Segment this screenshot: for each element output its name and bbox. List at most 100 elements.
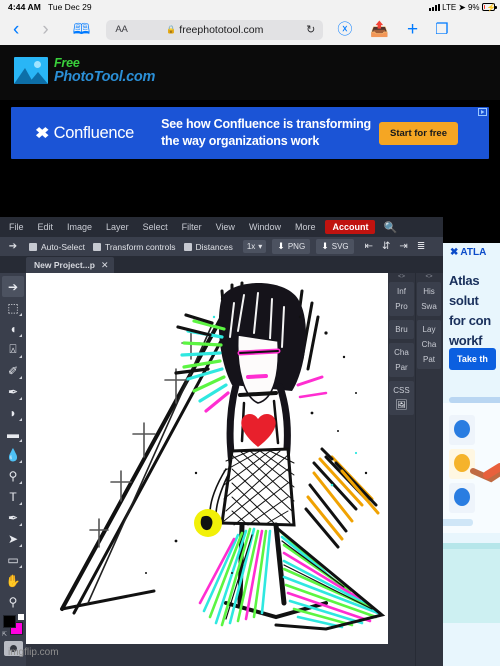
eyedropper-tool-icon[interactable]: ✒ bbox=[2, 507, 24, 528]
align-center-icon[interactable]: ⇵ bbox=[382, 241, 390, 252]
download-arrow-icon: ⬇ bbox=[321, 241, 329, 251]
panel-group-3: Cha Par bbox=[389, 343, 414, 377]
plus-icon[interactable]: + bbox=[407, 20, 418, 39]
export-png-button[interactable]: ⬇ PNG bbox=[272, 239, 311, 254]
transform-controls-checkbox[interactable]: Transform controls bbox=[92, 242, 176, 252]
lasso-tool-icon[interactable]: ◖ bbox=[2, 318, 24, 339]
color-swatches[interactable]: ⇱ bbox=[2, 614, 24, 638]
search-icon[interactable]: 🔍 bbox=[383, 221, 397, 234]
collapse-icon[interactable]: <> bbox=[388, 273, 415, 282]
artwork-canvas[interactable] bbox=[26, 273, 388, 644]
menu-item-layer[interactable]: Layer bbox=[99, 217, 136, 237]
panel-tab-channels2[interactable]: Cha bbox=[417, 337, 441, 352]
logo-line-1: Free bbox=[54, 56, 80, 70]
ios-status-bar: 4:44 AM Tue Dec 29 LTE ➤ 9% ⚡ bbox=[0, 0, 500, 14]
align-right-icon[interactable]: ⇥ bbox=[399, 241, 407, 252]
reload-icon[interactable]: ↻ bbox=[306, 23, 315, 36]
panel-group-1: Inf Pro bbox=[389, 282, 414, 316]
panel-rail-right: <> His Swa Lay Cha Pat bbox=[415, 273, 442, 666]
panel-tab-paragraph[interactable]: Par bbox=[389, 360, 414, 375]
reader-size-button[interactable]: AA bbox=[115, 24, 127, 35]
zoom-tool-icon[interactable]: ⚲ bbox=[2, 591, 24, 612]
tabs-icon[interactable]: ❐ bbox=[435, 22, 448, 37]
menu-item-view[interactable]: View bbox=[209, 217, 242, 237]
panel-group-6: Lay Cha Pat bbox=[417, 320, 441, 369]
path-select-tool-icon[interactable]: ➤ bbox=[2, 528, 24, 549]
panel-tab-properties[interactable]: Pro bbox=[389, 299, 414, 314]
site-logo[interactable]: Free PhotoTool.com bbox=[14, 57, 155, 85]
photo-mountain-icon bbox=[14, 57, 48, 85]
forward-icon[interactable]: › bbox=[40, 20, 50, 39]
distances-label: Distances bbox=[195, 241, 233, 252]
move-tool-icon[interactable]: ➔ bbox=[2, 276, 24, 297]
site-logo-text: Free PhotoTool.com bbox=[54, 57, 155, 85]
menu-item-window[interactable]: Window bbox=[242, 217, 288, 237]
panel-tab-info[interactable]: Inf bbox=[389, 284, 414, 299]
menu-item-edit[interactable]: Edit bbox=[31, 217, 61, 237]
eraser-tool-icon[interactable]: ◗ bbox=[2, 402, 24, 423]
canvas-area[interactable] bbox=[26, 273, 388, 666]
close-icon[interactable]: ✕ bbox=[101, 260, 109, 271]
zoom-level-select[interactable]: 1x ▾ bbox=[242, 240, 267, 253]
atlassian-brand-name: ATLA bbox=[460, 247, 487, 258]
marquee-tool-icon[interactable]: ⬚ bbox=[2, 297, 24, 318]
menu-item-file[interactable]: File bbox=[2, 217, 31, 237]
foreground-color-swatch[interactable] bbox=[3, 615, 16, 628]
panel-tab-paths[interactable]: Pat bbox=[417, 352, 441, 367]
blur-tool-icon[interactable]: 💧 bbox=[2, 444, 24, 465]
move-tool-icon: ➔ bbox=[8, 241, 18, 252]
gradient-tool-icon[interactable]: ▬ bbox=[2, 423, 24, 444]
document-tab-bar: New Project...p ✕ bbox=[0, 256, 443, 273]
artwork-drawing bbox=[26, 273, 388, 644]
dodge-tool-icon[interactable]: ⚲ bbox=[2, 465, 24, 486]
logo-line-2: PhotoTool.com bbox=[54, 68, 156, 85]
export-svg-button[interactable]: ⬇ SVG bbox=[316, 239, 354, 254]
menu-item-select[interactable]: Select bbox=[136, 217, 175, 237]
default-colors-icon[interactable]: ⇱ bbox=[2, 632, 8, 638]
signal-bars-icon bbox=[428, 3, 440, 11]
distances-checkbox[interactable]: Distances bbox=[183, 241, 233, 252]
atlassian-cta-button[interactable]: Take th bbox=[449, 348, 496, 370]
document-tab[interactable]: New Project...p ✕ bbox=[26, 257, 115, 273]
download-circle-icon[interactable]: ⓧ bbox=[337, 22, 352, 37]
text-tool-icon[interactable]: T bbox=[2, 486, 24, 507]
book-icon[interactable]: 🕮 bbox=[71, 22, 93, 37]
panel-tab-channels[interactable]: Cha bbox=[389, 345, 414, 360]
panel-tab-layers[interactable]: Lay bbox=[417, 322, 441, 337]
menu-item-filter[interactable]: Filter bbox=[175, 217, 209, 237]
atlassian-side-ad[interactable]: ✖ ATLA Atlas solut for con workf Take th bbox=[443, 243, 500, 666]
hand-tool-icon[interactable]: ✋ bbox=[2, 570, 24, 591]
network-label: LTE bbox=[442, 2, 457, 12]
auto-select-checkbox[interactable]: Auto-Select bbox=[29, 242, 85, 252]
patch-tool-icon[interactable]: ✐ bbox=[2, 360, 24, 381]
back-icon[interactable]: ‹ bbox=[11, 20, 21, 39]
account-button[interactable]: Account bbox=[325, 220, 376, 234]
panel-rail-left: <> Inf Pro Bru Cha Par CSS 🖼 bbox=[388, 273, 415, 666]
crop-tool-icon[interactable]: ⍓ bbox=[2, 339, 24, 360]
url-text: freephototool.com bbox=[179, 23, 264, 36]
shape-tool-icon[interactable]: ▭ bbox=[2, 549, 24, 570]
checkbox-box bbox=[183, 242, 192, 251]
panel-tab-history[interactable]: His bbox=[417, 284, 441, 299]
align-left-icon[interactable]: ⇤ bbox=[365, 241, 373, 252]
editor-menu-bar: File Edit Image Layer Select Filter View… bbox=[0, 217, 443, 237]
panel-tab-brushes[interactable]: Bru bbox=[389, 322, 414, 337]
collapse-icon[interactable]: <> bbox=[416, 273, 442, 282]
image-panel-icon[interactable]: 🖼 bbox=[389, 398, 414, 413]
menu-item-image[interactable]: Image bbox=[60, 217, 99, 237]
distribute-icon[interactable]: ≣ bbox=[417, 241, 425, 252]
confluence-banner-ad[interactable]: ✖ Confluence See how Confluence is trans… bbox=[11, 107, 489, 159]
adchoices-icon[interactable] bbox=[478, 108, 487, 116]
battery-percent: 9% bbox=[467, 2, 480, 12]
panel-tab-css[interactable]: CSS bbox=[389, 383, 414, 398]
brush-tool-icon[interactable]: ✒ bbox=[2, 381, 24, 402]
swap-colors-icon[interactable] bbox=[18, 614, 24, 620]
zoom-level-value: 1x bbox=[246, 242, 256, 251]
address-bar[interactable]: AA 🔒 freephototool.com ↻ bbox=[106, 19, 324, 40]
menu-item-more[interactable]: More bbox=[288, 217, 323, 237]
share-up-icon[interactable]: 📤 bbox=[370, 22, 389, 37]
panel-group-5: His Swa bbox=[417, 282, 441, 316]
atlassian-illustration bbox=[443, 393, 500, 666]
panel-tab-swatches[interactable]: Swa bbox=[417, 299, 441, 314]
ad-cta-button[interactable]: Start for free bbox=[378, 121, 458, 145]
